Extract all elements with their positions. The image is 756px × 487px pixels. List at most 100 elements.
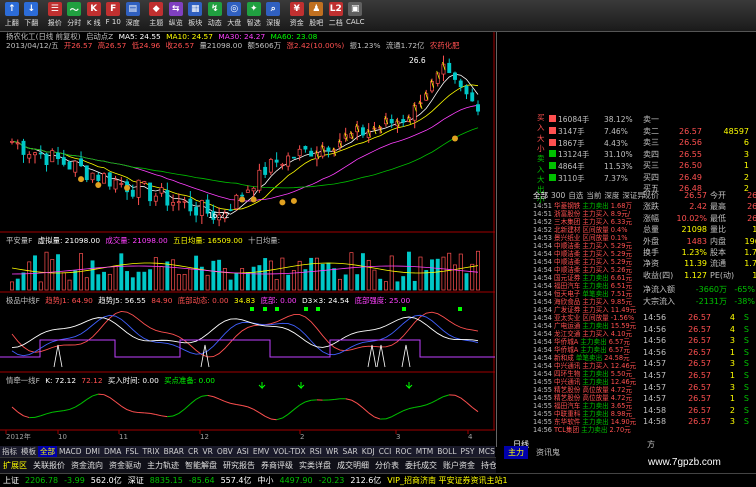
radar-filter-tab[interactable]: 深证异 bbox=[622, 191, 645, 200]
radar-row[interactable]: 14:56 TCL集团 主力卖出 2.70元 bbox=[533, 424, 631, 434]
tick-volume: 1 bbox=[729, 394, 735, 404]
candle-body bbox=[286, 155, 291, 167]
ind2-line-segment bbox=[426, 402, 433, 406]
toolbar-button-level2[interactable]: L2 二档 bbox=[326, 0, 346, 31]
function-tab[interactable]: 券商评级 bbox=[258, 460, 296, 471]
indicator-tab[interactable]: MTM bbox=[414, 447, 436, 456]
function-tab[interactable]: 实类详盘 bbox=[296, 460, 334, 471]
function-tab[interactable]: 扩展区 bbox=[0, 460, 30, 471]
indicator-tab[interactable]: CCI bbox=[377, 447, 394, 456]
indicator-tab[interactable]: FSL bbox=[123, 447, 140, 456]
candle-body bbox=[326, 147, 331, 152]
tick-direction: S bbox=[743, 336, 749, 346]
volume-bar bbox=[153, 257, 158, 291]
tick-count: - bbox=[749, 336, 756, 345]
indicator-tab[interactable]: 模板 bbox=[19, 446, 38, 457]
function-tab[interactable]: 主力轨迹 bbox=[144, 460, 182, 471]
function-tab[interactable]: 分价表 bbox=[372, 460, 402, 471]
indicator-tab[interactable]: ASI bbox=[235, 447, 251, 456]
order-volume: 3147手 bbox=[558, 126, 585, 136]
radar-filter-tab[interactable]: 全部 bbox=[533, 191, 548, 200]
kline-chart-area[interactable]: 26.616.2222.0020.0018.0016.0040000300002… bbox=[0, 32, 495, 442]
radar-filter-tab[interactable]: 300 bbox=[551, 191, 565, 200]
candle-body bbox=[182, 200, 187, 203]
candle-body bbox=[360, 127, 365, 136]
indicator-tab[interactable]: MACD bbox=[57, 447, 83, 456]
indicator-tab[interactable]: RSI bbox=[308, 447, 324, 456]
toolbar-button-quote[interactable]: ☰ 报价 bbox=[45, 0, 65, 31]
indicator-tab[interactable]: BRAR bbox=[162, 447, 186, 456]
toolbar-button-horizontal[interactable]: ⇆ 纵览 bbox=[166, 0, 186, 31]
ind2-line-segment bbox=[362, 407, 370, 414]
radar-filter-tab[interactable]: 当前 bbox=[586, 191, 601, 200]
function-tab[interactable]: 成交明细 bbox=[334, 460, 372, 471]
indicator-tab[interactable]: DMA bbox=[102, 447, 123, 456]
indicator-tab[interactable]: VOL-TDX bbox=[271, 447, 307, 456]
indicator-tab[interactable]: WR bbox=[324, 447, 341, 456]
tick-count: - bbox=[749, 371, 756, 380]
indicator-tab[interactable]: 全部 bbox=[38, 446, 57, 457]
toolbar-button-kline[interactable]: K K 线 bbox=[84, 0, 104, 31]
function-tab[interactable]: 关联报价 bbox=[30, 460, 68, 471]
function-tab[interactable]: 资金流向 bbox=[68, 460, 106, 471]
toolbar-button-deep-search[interactable]: ⌕ 深搜 bbox=[264, 0, 284, 31]
toolbar-button-momentum[interactable]: ↯ 动态 bbox=[205, 0, 225, 31]
toolbar-button-wiseselect[interactable]: ✦ 智选 bbox=[244, 0, 264, 31]
indicator-tab[interactable]: BOLL bbox=[435, 447, 458, 456]
ind2-line-segment bbox=[247, 406, 254, 410]
volume-bar bbox=[240, 268, 245, 291]
ind2-line-segment bbox=[443, 394, 450, 398]
toolbar-button-depth[interactable]: ▤ 深度 bbox=[123, 0, 143, 31]
indicator-tab[interactable]: KDJ bbox=[360, 447, 377, 456]
function-tab[interactable]: 资金驱动 bbox=[106, 460, 144, 471]
toolbar-button-calculator[interactable]: ▣ CALC bbox=[346, 0, 366, 31]
indicator-tab[interactable]: 指标 bbox=[0, 446, 19, 457]
indicator-tab[interactable]: MCST bbox=[476, 447, 495, 456]
close-value: 收26.57 bbox=[165, 41, 195, 50]
indicator-tab[interactable]: DMI bbox=[83, 447, 101, 456]
indicator-tab[interactable]: OBV bbox=[215, 447, 235, 456]
quote-stat-row: 现价26.57今开26.57 bbox=[643, 190, 756, 201]
toolbar-button-f10[interactable]: F F 10 bbox=[104, 0, 124, 31]
indicator-tab[interactable]: SAR bbox=[341, 447, 360, 456]
indicator-tab[interactable]: ROC bbox=[393, 447, 413, 456]
tab-main-force[interactable]: 主力 bbox=[504, 446, 528, 459]
amplitude-value: 振1.23% bbox=[349, 41, 381, 50]
volume-bar bbox=[418, 256, 423, 291]
function-tab[interactable]: 持仓股份 bbox=[478, 460, 496, 471]
function-tab[interactable]: 研究报告 bbox=[220, 460, 258, 471]
toolbar-button-down-arrow[interactable]: ↓ 下翻 bbox=[22, 0, 42, 31]
candle-body bbox=[73, 160, 78, 173]
order-swatch bbox=[549, 115, 556, 122]
toolbar-button-timeshare[interactable]: 〜分时 bbox=[65, 0, 85, 31]
indicator-tab[interactable]: CR bbox=[186, 447, 200, 456]
toolbar-button-up-arrow[interactable]: ↑ 上翻 bbox=[2, 0, 22, 31]
tick-row: 14:57 26.57 1S- bbox=[643, 394, 756, 403]
candle-body bbox=[188, 198, 193, 212]
tab-news[interactable]: 资讯鬼 bbox=[532, 446, 564, 459]
sme-index-change: -20.23 bbox=[318, 476, 345, 485]
toolbar-button-board[interactable]: ▦ 板块 bbox=[186, 0, 206, 31]
indicator-tab[interactable]: EMV bbox=[251, 447, 271, 456]
toolbar-button-market[interactable]: ◎ 大盘 bbox=[225, 0, 245, 31]
quote-level-row: 卖四 26.55 3 bbox=[643, 149, 749, 160]
indicator-tab[interactable]: PSY bbox=[459, 447, 477, 456]
quote-stat-row: 涨跌 2.42最高 26.57 bbox=[643, 201, 756, 212]
ind2-line-segment bbox=[213, 396, 220, 400]
function-tab[interactable]: 委托成交 bbox=[402, 460, 440, 471]
radar-filter-tab[interactable]: 深度 bbox=[604, 191, 619, 200]
tab-direction[interactable]: 方 bbox=[643, 438, 659, 451]
function-tab[interactable]: 账户资金 bbox=[440, 460, 478, 471]
toolbar-button-theme[interactable]: ◆ 主题 bbox=[147, 0, 167, 31]
indicator-tab[interactable]: TRIX bbox=[140, 447, 161, 456]
indicator-tab[interactable]: VR bbox=[200, 447, 214, 456]
toolbar-button-shareholder[interactable]: ♟ 股吧 bbox=[307, 0, 327, 31]
status-news-ticker[interactable]: VIP_招商济南 平安证券资讯主站1 bbox=[384, 475, 510, 486]
ind2-line-segment bbox=[195, 395, 203, 400]
candle-body bbox=[159, 187, 164, 194]
volume-bar bbox=[389, 255, 394, 291]
function-tab[interactable]: 智能解盘 bbox=[182, 460, 220, 471]
radar-filter-tab[interactable]: 自选 bbox=[568, 191, 583, 200]
ind2-line-segment bbox=[92, 393, 99, 397]
toolbar-button-fund[interactable]: ¥ 资金 bbox=[287, 0, 307, 31]
